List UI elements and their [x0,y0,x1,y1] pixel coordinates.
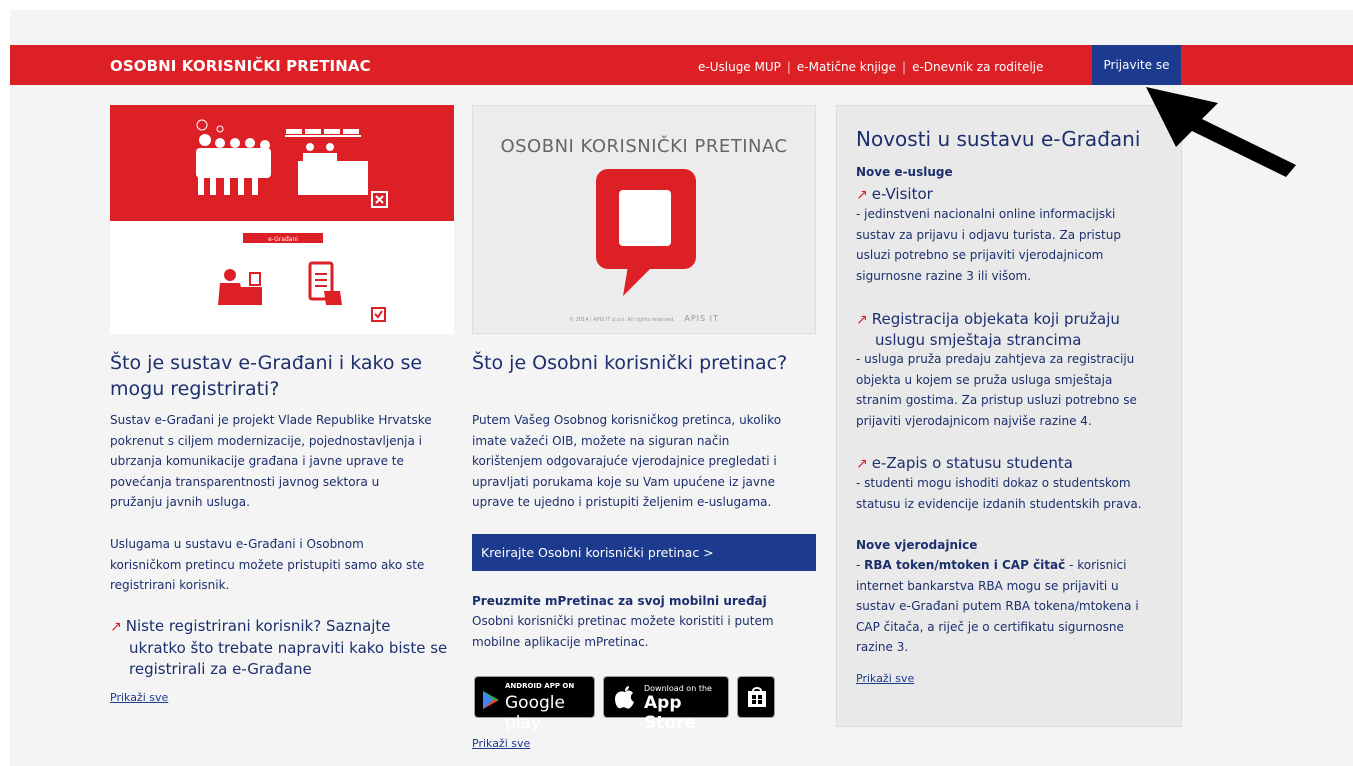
illustration-label: e-Građani [268,236,298,243]
external-link-icon: ↗ [110,619,122,635]
text-line: Sustav e-Građani je projekt Vlade Republ… [110,413,432,427]
text-line: stranim gostima. Za pristup usluzi potre… [856,393,1137,407]
nav-separator: | [786,60,791,74]
text-line: uprave te ujedno i pristupiti željenim e… [472,495,772,509]
external-link-icon: ↗ [856,187,868,203]
text-line: korištenjem odgovarajuće vjerodajnice pr… [472,454,777,468]
text-line: usluzi potrebno se prijaviti vjerodajnic… [856,248,1104,262]
nav-separator: | [902,60,907,74]
text-line: pružanju javnih usluga. [110,495,250,509]
text-line: - studenti mogu ishoditi dokaz o student… [856,476,1131,490]
top-nav: e-Usluge MUP | e-Matične knjige | e-Dnevnik … [698,60,1043,74]
text-line: razine 3. [856,640,909,654]
people-office-icon: e-Građani [196,119,388,322]
text-line: Putem Vašeg Osobnog korisničkog pretinca… [472,413,782,427]
news-item-label: e-Visitor [871,185,933,203]
news-item-registracija-desc: - usluga pruža predaju zahtjeva za regis… [856,349,1137,431]
text-line: Uslugama u sustavu e-Građani i Osobnom [110,537,364,551]
col1-paragraph-2: Uslugama u sustavu e-Građani i Osobnom k… [110,534,424,596]
col1-title-line: mogu registrirati? [110,378,280,400]
link-line: Niste registrirani korisnik? Saznajte [125,617,391,635]
apple-icon [615,686,634,709]
text-line: statusu iz evidencije izdanih studentski… [856,496,1142,511]
badge-small-text: ANDROID APP ON [505,682,575,690]
news-show-all-link[interactable]: Prikaži sve [856,672,914,685]
badge-small-text: Download on the [644,684,712,693]
text-line: sustav e-Građani putem RBA tokena/mtoken… [856,599,1139,613]
news-item-e-visitor-desc: - jedinstveni nacionalni online informac… [856,204,1121,286]
text-line: - usluga pruža predaju zahtjeva za regis… [856,352,1135,366]
text-line: mobilne aplikacije mPretinac. [472,634,649,649]
col1-title: Što je sustav e-Građani i kako se mogu r… [110,350,422,402]
text-fragment: - [856,558,865,572]
news-title: Novosti u sustavu e-Građani [856,127,1141,151]
app-store-badge[interactable]: Download on the App Store [603,676,729,733]
col2-paragraph: Putem Vašeg Osobnog korisničkog pretinca… [472,410,781,513]
text-line: sustav za prijavu i odjavu turista. Za p… [856,227,1121,242]
text-line: upravljati porukama koje su Vam upućene … [472,474,775,489]
news-item-registracija[interactable]: ↗ Registracija objekata koji pružaju uslu… [856,309,1120,350]
news-item-e-visitor[interactable]: ↗ e-Visitor [856,184,933,205]
windows-store-badge[interactable] [737,676,775,718]
nav-e-usluge-mup[interactable]: e-Usluge MUP [698,60,781,74]
login-button[interactable]: Prijavite se [1092,45,1181,85]
not-registered-link[interactable]: ↗ Niste registrirani korisnik? Saznajte u… [110,616,447,680]
external-link-icon: ↗ [856,456,868,472]
nav-e-maticne-knjige[interactable]: e-Matične knjige [797,60,896,74]
copyright-text: © 2014 | APIS IT d.o.o. All rights reser… [569,317,675,323]
text-line: objekta u kojem se pruža usluga smještaj… [856,372,1113,387]
credential-name: RBA token/mtoken i CAP čitač [864,558,1066,572]
pretinac-illustration: OSOBNI KORISNIČKI PRETINAC © 2014 | APIS… [472,105,816,334]
text-line: ubrzanja komunikacije građana i javne up… [110,454,404,468]
col1-show-all-link[interactable]: Prikaži sve [110,691,168,704]
text-line: imate važeći OIB, možete na siguran nači… [472,433,730,448]
create-pretinac-button[interactable]: Kreirajte Osobni korisnički pretinac > [472,534,816,571]
illustration-footer: © 2014 | APIS IT d.o.o. All rights reser… [473,314,815,323]
e-gradani-illustration: e-Građani [110,105,454,334]
badge-big-text: App Store [644,693,696,733]
speech-bubble-icon [596,169,696,296]
col1-title-line: Što je sustav e-Građani i kako se [110,352,423,374]
text-line: Osobni korisnički pretinac možete korist… [472,614,774,628]
link-line: ukratko što trebate napraviti kako biste… [129,639,448,657]
text-line: registrirani korisnik. [110,578,230,592]
mobile-title: Preuzmite mPretinac za svoj mobilni uređ… [472,594,767,608]
nav-e-dnevnik[interactable]: e-Dnevnik za roditelje [912,60,1043,74]
apis-logo: APIS IT [684,314,719,323]
windows-store-icon [748,687,766,707]
news-credentials-desc: - RBA token/mtoken i CAP čitač - korisni… [856,555,1139,658]
col2-show-all-link[interactable]: Prikaži sve [472,737,530,750]
text-line: internet bankarstva RBA mogu se prijavit… [856,578,1119,593]
mobile-paragraph: Osobni korisnički pretinac možete korist… [472,611,774,652]
text-line: CAP čitača, a riječ je o certifikatu sig… [856,619,1124,634]
text-line: - jedinstveni nacionalni online informac… [856,207,1116,221]
col2-title: Što je Osobni korisnički pretinac? [472,352,788,374]
col1-paragraph-1: Sustav e-Građani je projekt Vlade Republ… [110,410,432,513]
google-play-icon [483,691,499,709]
link-line: registrirali za e-Građane [129,660,312,678]
text-fragment: - korisnici [1065,558,1127,572]
text-line: povećanja transparentnosti javnog sektor… [110,474,380,489]
news-subheading-credentials: Nove vjerodajnice [856,538,978,552]
text-line: sigurnosne razine 3 ili višom. [856,268,1032,283]
text-line: pokrenut s ciljem modernizacije, pojedno… [110,433,423,448]
google-play-badge[interactable]: ANDROID APP ON Google play [474,676,595,733]
external-link-icon: ↗ [856,312,868,328]
news-item-e-zapis[interactable]: ↗ e-Zapis o statusu studenta [856,453,1073,474]
news-subheading-services: Nove e-usluge [856,165,953,179]
arrow-pointer-icon [1146,87,1296,177]
news-item-e-zapis-desc: - studenti mogu ishoditi dokaz o student… [856,473,1142,514]
text-line: korisničkom pretincu možete pristupiti s… [110,557,425,572]
news-item-label: Registracija objekata koji pružaju [871,310,1120,328]
news-item-label: uslugu smještaja strancima [875,331,1082,349]
brand-title[interactable]: OSOBNI KORISNIČKI PRETINAC [110,57,371,75]
text-line: prijaviti vjerodajnicom najviše razine 4… [856,413,1092,428]
news-item-label: e-Zapis o statusu studenta [871,454,1073,472]
badge-big-text: Google play [505,693,565,733]
